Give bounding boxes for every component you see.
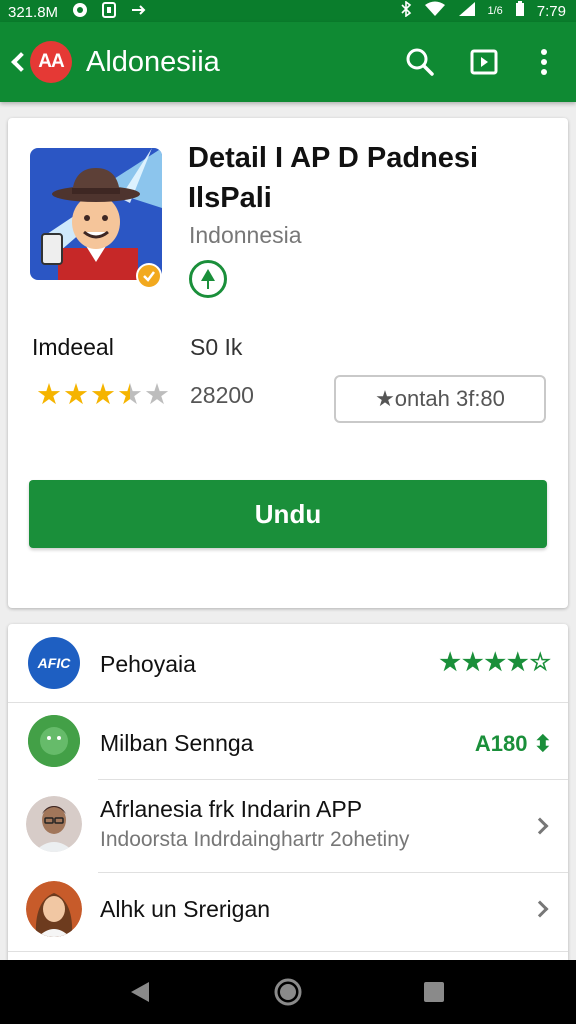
list-item-value: A180 ⬍	[474, 731, 552, 756]
search-icon	[406, 48, 434, 76]
verified-check-icon	[136, 263, 162, 289]
stat-label: Imdeeal	[32, 334, 114, 360]
app-icon	[30, 148, 162, 280]
install-button[interactable]: Undu	[29, 480, 547, 548]
back-arrow-icon	[11, 52, 31, 72]
notification-icon	[72, 2, 88, 22]
star-half-icon: ★	[117, 379, 143, 411]
system-nav-bar	[0, 960, 576, 1024]
rating-stars: ★ ★ ★ ★ ★	[36, 380, 170, 410]
list-item-title: Pehoyaia	[100, 651, 196, 677]
more-vert-icon	[541, 49, 547, 75]
stat-value: S0 Ik	[190, 334, 243, 360]
signal-text: 1/6	[487, 5, 503, 17]
contact-button[interactable]: ★ontah 3f:80	[334, 375, 546, 423]
avatar: AFIC	[28, 637, 80, 689]
related-list: AFIC Pehoyaia ★★★★☆ Milban Senngа A180 ⬍…	[8, 624, 568, 964]
search-button[interactable]	[400, 42, 440, 82]
list-item[interactable]: Afrlanesia frk Indarin APP Indoorsta Ind…	[8, 780, 568, 872]
chevron-right-icon	[531, 817, 549, 835]
avatar	[26, 796, 82, 852]
rating-stars: ★★★★☆	[439, 649, 552, 676]
nav-recents-button[interactable]	[419, 977, 449, 1007]
list-item[interactable]: AFIC Pehoyaia ★★★★☆	[8, 624, 568, 702]
cell-signal-icon	[458, 1, 476, 21]
nav-back-icon	[131, 982, 149, 1002]
usb-icon	[130, 3, 146, 21]
list-item[interactable]: Alhk un Srerigan	[8, 873, 568, 951]
nav-home-button[interactable]	[273, 977, 303, 1007]
cast-icon	[470, 49, 498, 75]
chevron-right-icon	[531, 900, 549, 918]
star-icon: ★	[63, 379, 89, 411]
clock: 7:79	[536, 2, 566, 20]
nav-back-button[interactable]	[125, 977, 155, 1007]
app-logo: AA	[30, 41, 72, 83]
avatar	[26, 881, 82, 937]
star-icon: ★	[36, 379, 62, 411]
divider	[8, 951, 568, 952]
app-detail-card: Detail I AP D Padnesi IlsPali Indonnesia…	[8, 118, 568, 608]
more-options-button[interactable]	[524, 42, 564, 82]
battery-saver-icon	[102, 2, 117, 22]
developer-name[interactable]: Indonnesia	[189, 222, 302, 249]
app-name: Detail I AP D Padnesi IlsPali	[188, 142, 479, 214]
editors-choice-icon	[189, 260, 227, 298]
wifi-icon	[424, 1, 446, 21]
nav-home-icon	[274, 978, 302, 1006]
back-button[interactable]: AA	[11, 40, 72, 84]
list-item-title: Milban Senngа	[100, 730, 254, 756]
app-title: Aldonesiia	[86, 46, 220, 78]
bluetooth-icon	[400, 0, 412, 21]
list-item[interactable]: Milban Senngа A180 ⬍	[8, 703, 568, 779]
battery-icon	[515, 1, 525, 21]
list-item-title: Afrlanesia frk Indarin APP	[100, 796, 363, 822]
star-outline-icon: ★	[144, 379, 170, 411]
nav-recents-icon	[424, 982, 444, 1002]
list-item-subtitle: Indoorsta Indrdainghartr 2ohetiny	[100, 828, 410, 851]
star-icon: ★	[90, 379, 116, 411]
status-bar: 321.8M 1/6 7:79	[0, 0, 576, 22]
list-item-title: Alhk un Srerigan	[100, 896, 271, 922]
cast-button[interactable]	[464, 42, 504, 82]
review-count: 28200	[190, 382, 254, 408]
android-icon	[28, 715, 80, 767]
app-bar: AA Aldonesiia	[0, 22, 576, 102]
data-usage-text: 321.8M	[8, 3, 59, 21]
